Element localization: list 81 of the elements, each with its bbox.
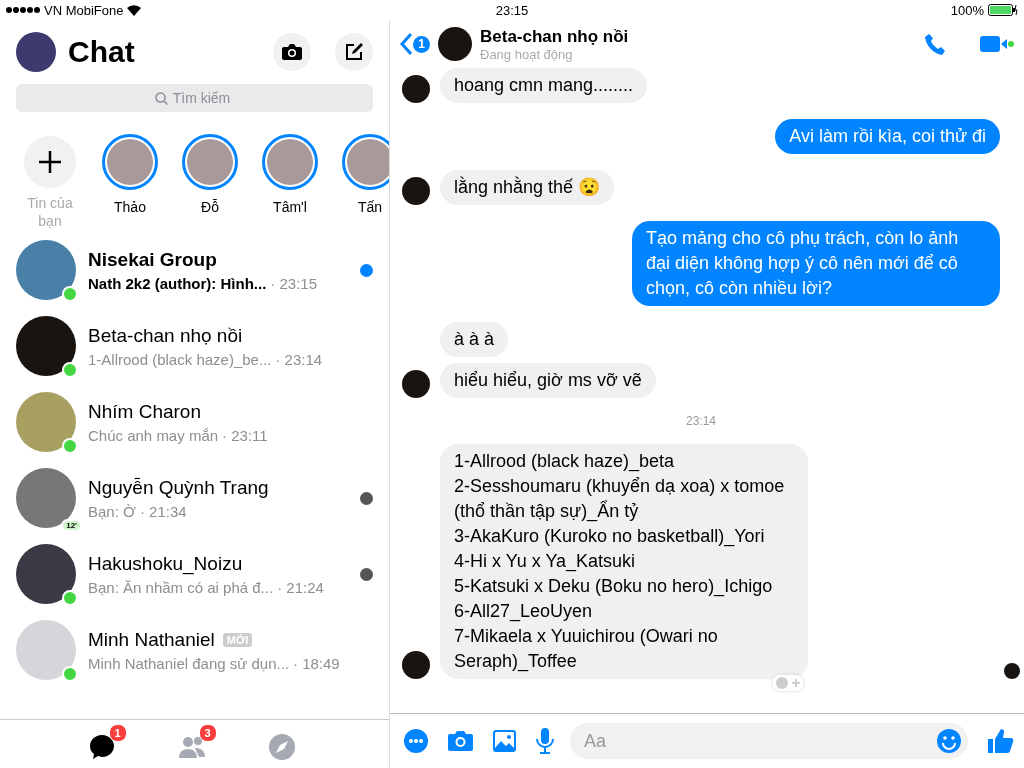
microphone-icon[interactable] <box>536 728 554 754</box>
count-badge: 1 <box>108 724 127 742</box>
profile-avatar[interactable] <box>16 32 56 72</box>
activity-status: Đang hoạt động <box>480 46 574 62</box>
camera-icon[interactable] <box>448 730 473 752</box>
contact-avatar <box>438 27 472 61</box>
battery-icon <box>988 4 1018 16</box>
plus-icon <box>39 151 61 173</box>
received-message-bubble: hoang cmn mang........ <box>440 68 648 103</box>
back-button[interactable]: 1 <box>400 33 430 55</box>
contact-name: Beta-chan nhọ nồi <box>88 324 243 347</box>
count-badge: 3 <box>198 724 217 742</box>
phone-icon[interactable] <box>924 32 948 56</box>
camera-button[interactable] <box>273 33 311 71</box>
contact-name: Hakushoku_Noizu <box>88 552 243 575</box>
carrier-label: VN MobiFone <box>44 2 124 18</box>
message-time: · 18:49 <box>293 654 340 672</box>
story-label: Tấn <box>357 198 383 216</box>
wifi-icon <box>127 4 142 16</box>
story-label: Tâm'l <box>273 198 307 216</box>
message-preview: Bạn: Ờ <box>88 502 136 520</box>
conversation-item[interactable]: Nhím Charon Chúc anh may mắn · 23:11 <box>0 384 389 460</box>
message-time: · 21:34 <box>139 502 187 520</box>
video-camera-icon[interactable] <box>980 34 1014 54</box>
battery-percent: 100% <box>950 2 984 18</box>
sent-message-bubble: Avi làm rồi kìa, coi thử đi <box>775 119 1000 154</box>
conversation-item[interactable]: 12' Nguyễn Quỳnh Trang Bạn: Ờ · 21:34 <box>0 460 389 536</box>
message-time: · 23:15 <box>270 274 318 292</box>
story-label: Thảo <box>114 198 146 216</box>
message-time: · 21:24 <box>277 578 324 596</box>
add-story-button[interactable] <box>24 136 76 188</box>
people-tab[interactable]: 3 <box>172 724 217 764</box>
timestamp: 23:14 <box>685 414 717 428</box>
story-avatar[interactable] <box>102 134 158 190</box>
avatar-photo <box>16 392 76 452</box>
compose-icon <box>344 42 364 62</box>
message-preview: Nath 2k2 (author): Hình... <box>88 274 267 292</box>
story-avatar[interactable] <box>342 134 389 190</box>
conversation-item[interactable]: Hakushoku_Noizu Bạn: Ăn nhầm có ai phá đ... · 21:24 <box>0 536 389 612</box>
message-preview: Minh Nathaniel đang sử dụn... <box>88 654 289 672</box>
contact-name: Beta-chan nhọ nồi <box>480 26 630 47</box>
more-icon[interactable] <box>404 729 428 753</box>
contact-name: Nguyễn Quỳnh Trang <box>88 476 269 499</box>
unread-dot <box>360 263 373 277</box>
compose-button[interactable] <box>335 33 373 71</box>
story-label: Tin của bạn <box>26 194 74 230</box>
chat-title: Chat <box>68 35 136 69</box>
message-preview: 1-Allrood (black haze)_be... <box>88 350 272 368</box>
message-preview: Bạn: Ăn nhầm có ai phá đ... <box>88 578 274 596</box>
avatar-photo <box>16 240 76 300</box>
received-message-bubble: à à à <box>440 322 509 357</box>
thumbs-up-icon[interactable] <box>988 728 1014 754</box>
story-avatar[interactable] <box>262 134 318 190</box>
conversation-item[interactable]: Beta-chan nhọ nồi 1-Allrood (black haze)_be... · 23:14 <box>0 308 389 384</box>
search-field[interactable]: Tìm kiếm <box>16 84 373 112</box>
image-icon[interactable] <box>493 730 516 752</box>
compass-icon <box>266 732 297 762</box>
emoji-icon[interactable] <box>936 728 962 754</box>
conversation-item[interactable]: Nisekai Group Nath 2k2 (author): Hình... · 23:15 <box>0 232 389 308</box>
signal-icon <box>6 7 40 13</box>
clock-label: 23:15 <box>495 2 529 18</box>
message-time: · 23:14 <box>275 350 323 368</box>
avatar-photo <box>16 468 76 528</box>
contact-name: Minh Nathaniel <box>88 628 215 651</box>
avatar-photo <box>16 544 76 604</box>
message-preview: Chúc anh may mắn <box>88 426 219 444</box>
received-message-bubble: hiểu hiểu, giờ ms vỡ vẽ <box>440 363 656 398</box>
sent-message-bubble: Tạo mảng cho cô phụ trách, còn lo ảnh đại diện không hợp ý cô nên mới để cô chọn, cô còn nhiều lời? <box>632 221 1000 306</box>
message-time: · 23:11 <box>222 426 268 444</box>
received-message-bubble: 1-Allrood (black haze)_beta 2-Sesshoumaru (khuyển dạ xoa) x tomoe (thổ thần tập sự)_Ẩn tỷ 3-AkaKuro (Kuroko no basketball)_Yori 4-Hi x Yu x Ya_Katsuki 5-Katsuki x Deku (Boku no hero)_Ichigo 6-All27_LeoUyen 7-Mikaela x Yuuichirou (Owari no Seraph)_Toffee <box>440 444 808 679</box>
avatar-photo <box>16 316 76 376</box>
chats-tab[interactable]: 1 <box>82 724 127 764</box>
contact-name: Nhím Charon <box>88 400 201 423</box>
message-input[interactable]: Aa <box>570 723 968 759</box>
avatar-photo <box>16 620 76 680</box>
story-avatar[interactable] <box>182 134 238 190</box>
active-time-badge: 12' <box>61 519 82 532</box>
received-message-bubble: lằng nhằng thế 😧 <box>440 170 615 205</box>
contact-name: Nisekai Group <box>88 248 217 271</box>
camera-icon <box>282 44 302 60</box>
story-label: Đỗ <box>201 198 219 216</box>
